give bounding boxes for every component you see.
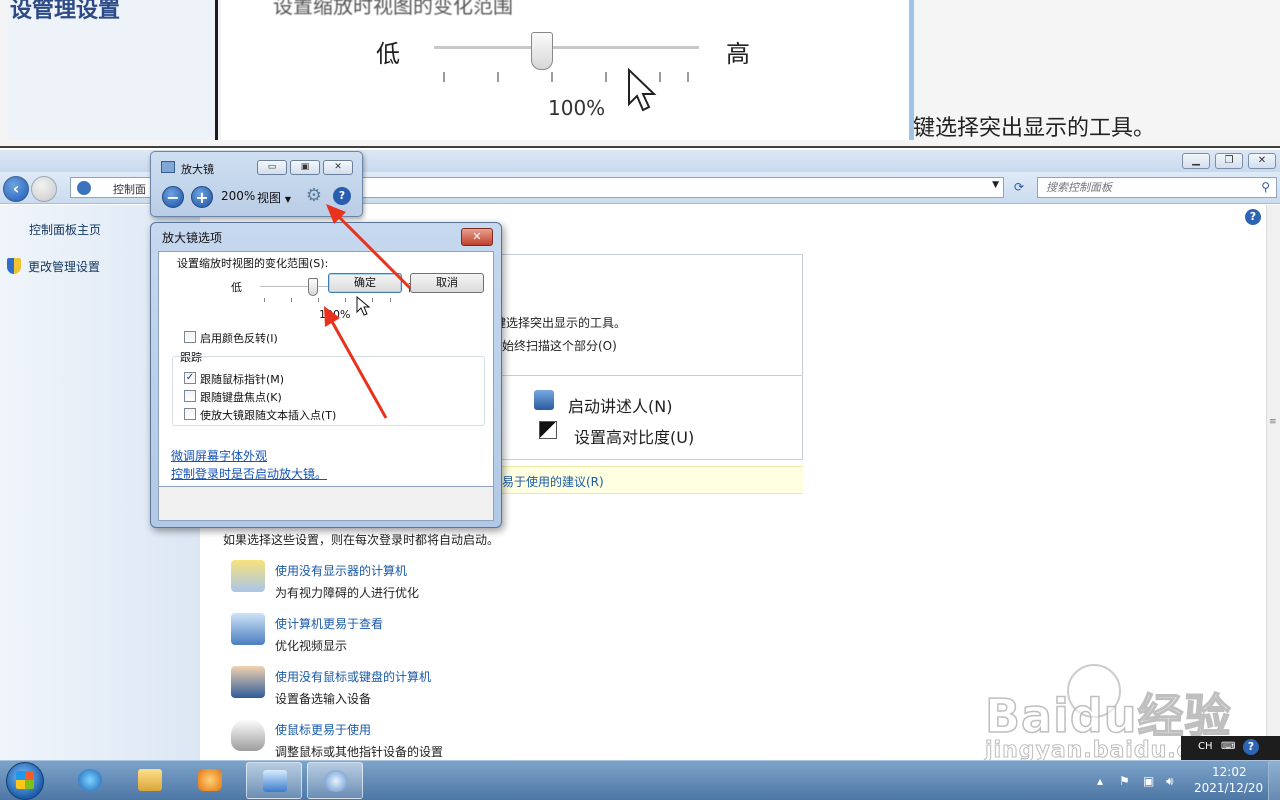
magnifier-icon: [324, 770, 348, 792]
taskbar-magnifier[interactable]: [307, 762, 363, 799]
taskbar-explorer[interactable]: [122, 762, 178, 799]
explorer-icon: [138, 769, 162, 791]
clock-date[interactable]: 2021/12/20: [1194, 781, 1263, 795]
taskbar-media-player[interactable]: [182, 762, 238, 799]
taskbar-control-panel[interactable]: [246, 762, 302, 799]
arrow-to-gear: [326, 204, 412, 290]
windows-logo-icon: [16, 771, 34, 789]
media-player-icon: [198, 769, 222, 791]
flag-icon[interactable]: ⚑: [1119, 774, 1130, 788]
show-desktop-button[interactable]: [1268, 760, 1280, 800]
show-hidden-icons-button[interactable]: ▴: [1097, 774, 1103, 788]
ie-icon: [78, 769, 102, 791]
control-panel-icon: [263, 770, 287, 792]
language-indicator[interactable]: CH: [1198, 741, 1213, 752]
keyboard-icon[interactable]: ⌨: [1221, 741, 1235, 752]
clock-time[interactable]: 12:02: [1212, 765, 1247, 779]
help-icon[interactable]: ?: [1243, 739, 1259, 755]
arrow-to-slider: [324, 306, 388, 419]
taskbar-ie[interactable]: [62, 762, 118, 799]
volume-icon[interactable]: 🔊︎: [1166, 774, 1174, 789]
network-icon[interactable]: ▣: [1143, 774, 1154, 788]
